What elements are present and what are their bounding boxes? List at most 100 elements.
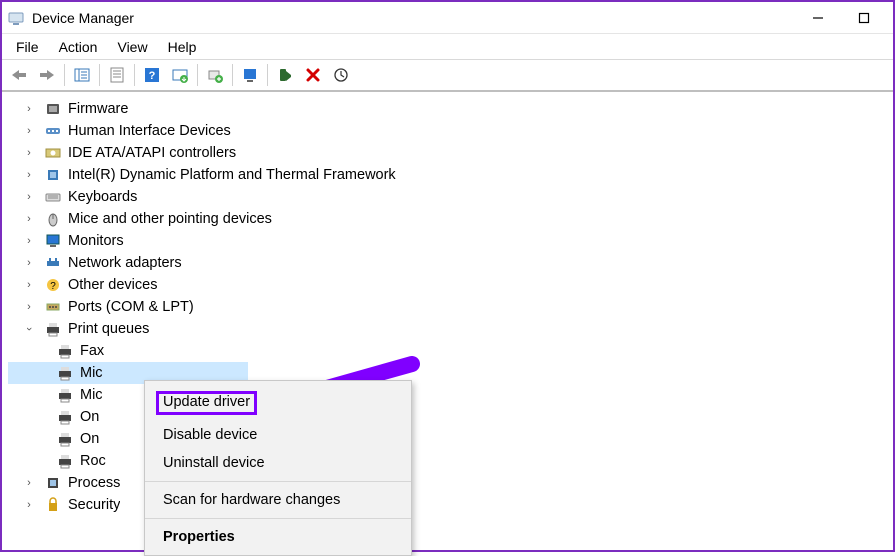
- tree-label: Firmware: [68, 101, 128, 117]
- tree-node-network[interactable]: › Network adapters: [8, 252, 893, 274]
- tree-label: Other devices: [68, 277, 157, 293]
- show-hide-tree-button[interactable]: [69, 62, 95, 88]
- tree-node-print-queues[interactable]: › Print queues: [8, 318, 893, 340]
- chevron-right-icon[interactable]: ›: [22, 212, 36, 226]
- forward-button[interactable]: [34, 62, 60, 88]
- context-menu-separator: [145, 518, 411, 519]
- chevron-right-icon[interactable]: ›: [22, 102, 36, 116]
- menu-file[interactable]: File: [6, 36, 49, 58]
- tree-node-other[interactable]: › ? Other devices: [8, 274, 893, 296]
- chevron-right-icon[interactable]: ›: [22, 146, 36, 160]
- tree-node-mice[interactable]: › Mice and other pointing devices: [8, 208, 893, 230]
- mouse-icon: [44, 210, 62, 228]
- tree-node-printer[interactable]: Roc: [8, 450, 893, 472]
- context-menu: Update driver Disable device Uninstall d…: [144, 380, 412, 556]
- menu-help[interactable]: Help: [158, 36, 207, 58]
- toolbar-separator: [99, 64, 100, 86]
- menu-view[interactable]: View: [107, 36, 157, 58]
- app-icon: [8, 10, 24, 26]
- ctx-uninstall-device[interactable]: Uninstall device: [145, 449, 411, 477]
- chevron-down-icon[interactable]: ›: [22, 322, 36, 336]
- disable-device-button[interactable]: [272, 62, 298, 88]
- keyboard-icon: [44, 188, 62, 206]
- menu-action[interactable]: Action: [49, 36, 108, 58]
- tree-node-keyboards[interactable]: › Keyboards: [8, 186, 893, 208]
- back-button[interactable]: [6, 62, 32, 88]
- hid-icon: [44, 122, 62, 140]
- tree-label: Mice and other pointing devices: [68, 211, 272, 227]
- printer-icon: [56, 364, 74, 382]
- maximize-button[interactable]: [841, 3, 887, 33]
- enable-device-button[interactable]: [237, 62, 263, 88]
- security-icon: [44, 496, 62, 514]
- refresh-button[interactable]: [328, 62, 354, 88]
- tree-label: Fax: [80, 343, 104, 359]
- ide-icon: [44, 144, 62, 162]
- tree-label: Ports (COM & LPT): [68, 299, 194, 315]
- chevron-right-icon[interactable]: ›: [22, 256, 36, 270]
- menubar: File Action View Help: [2, 34, 893, 60]
- tree-label: On: [80, 431, 99, 447]
- properties-button[interactable]: [104, 62, 130, 88]
- tree-node-security[interactable]: › Security: [8, 494, 893, 516]
- tree-label: Mic: [80, 365, 103, 381]
- chevron-right-icon[interactable]: ›: [22, 278, 36, 292]
- cpu-icon: [44, 474, 62, 492]
- device-tree[interactable]: › Firmware › Human Interface Devices › I…: [2, 92, 893, 550]
- tree-node-printer[interactable]: On: [8, 428, 893, 450]
- chevron-right-icon[interactable]: ›: [22, 476, 36, 490]
- window-title: Device Manager: [32, 10, 795, 26]
- window-controls: [795, 3, 887, 33]
- update-driver-button[interactable]: [202, 62, 228, 88]
- tree-node-hid[interactable]: › Human Interface Devices: [8, 120, 893, 142]
- toolbar-separator: [232, 64, 233, 86]
- ctx-update-driver[interactable]: Update driver: [145, 385, 411, 421]
- context-menu-separator: [145, 481, 411, 482]
- toolbar-separator: [267, 64, 268, 86]
- printer-icon: [56, 408, 74, 426]
- minimize-button[interactable]: [795, 3, 841, 33]
- tree-node-intel[interactable]: › Intel(R) Dynamic Platform and Thermal …: [8, 164, 893, 186]
- titlebar: Device Manager: [2, 2, 893, 34]
- monitor-icon: [44, 232, 62, 250]
- chevron-right-icon[interactable]: ›: [22, 234, 36, 248]
- ctx-properties[interactable]: Properties: [145, 523, 411, 551]
- ctx-scan-hardware[interactable]: Scan for hardware changes: [145, 486, 411, 514]
- chevron-right-icon[interactable]: ›: [22, 168, 36, 182]
- tree-label: Human Interface Devices: [68, 123, 231, 139]
- tree-label: Network adapters: [68, 255, 182, 271]
- chevron-right-icon[interactable]: ›: [22, 300, 36, 314]
- printer-icon: [56, 430, 74, 448]
- annotation-highlight: Update driver: [156, 391, 257, 415]
- tree-node-processors[interactable]: › Process: [8, 472, 893, 494]
- tree-node-monitors[interactable]: › Monitors: [8, 230, 893, 252]
- ctx-disable-device[interactable]: Disable device: [145, 421, 411, 449]
- uninstall-device-button[interactable]: [300, 62, 326, 88]
- tree-node-ports[interactable]: › Ports (COM & LPT): [8, 296, 893, 318]
- tree-label: IDE ATA/ATAPI controllers: [68, 145, 236, 161]
- toolbar-separator: [134, 64, 135, 86]
- tree-node-fax[interactable]: Fax: [8, 340, 893, 362]
- chevron-right-icon[interactable]: ›: [22, 190, 36, 204]
- ports-icon: [44, 298, 62, 316]
- tree-node-printer[interactable]: On: [8, 406, 893, 428]
- printer-icon: [44, 320, 62, 338]
- other-devices-icon: ?: [44, 276, 62, 294]
- chevron-right-icon[interactable]: ›: [22, 124, 36, 138]
- toolbar: ?: [2, 60, 893, 92]
- tree-label: Keyboards: [68, 189, 137, 205]
- tree-node-printer[interactable]: Mic: [8, 384, 893, 406]
- printer-icon: [56, 342, 74, 360]
- tree-label: Roc: [80, 453, 106, 469]
- chevron-right-icon[interactable]: ›: [22, 498, 36, 512]
- tree-label: Monitors: [68, 233, 124, 249]
- tree-node-firmware[interactable]: › Firmware: [8, 98, 893, 120]
- printer-icon: [56, 452, 74, 470]
- tree-label: Mic: [80, 387, 103, 403]
- tree-label: Security: [68, 497, 120, 513]
- tree-node-ide[interactable]: › IDE ATA/ATAPI controllers: [8, 142, 893, 164]
- help-button[interactable]: ?: [139, 62, 165, 88]
- tree-label: Intel(R) Dynamic Platform and Thermal Fr…: [68, 167, 396, 183]
- network-icon: [44, 254, 62, 272]
- scan-hardware-button[interactable]: [167, 62, 193, 88]
